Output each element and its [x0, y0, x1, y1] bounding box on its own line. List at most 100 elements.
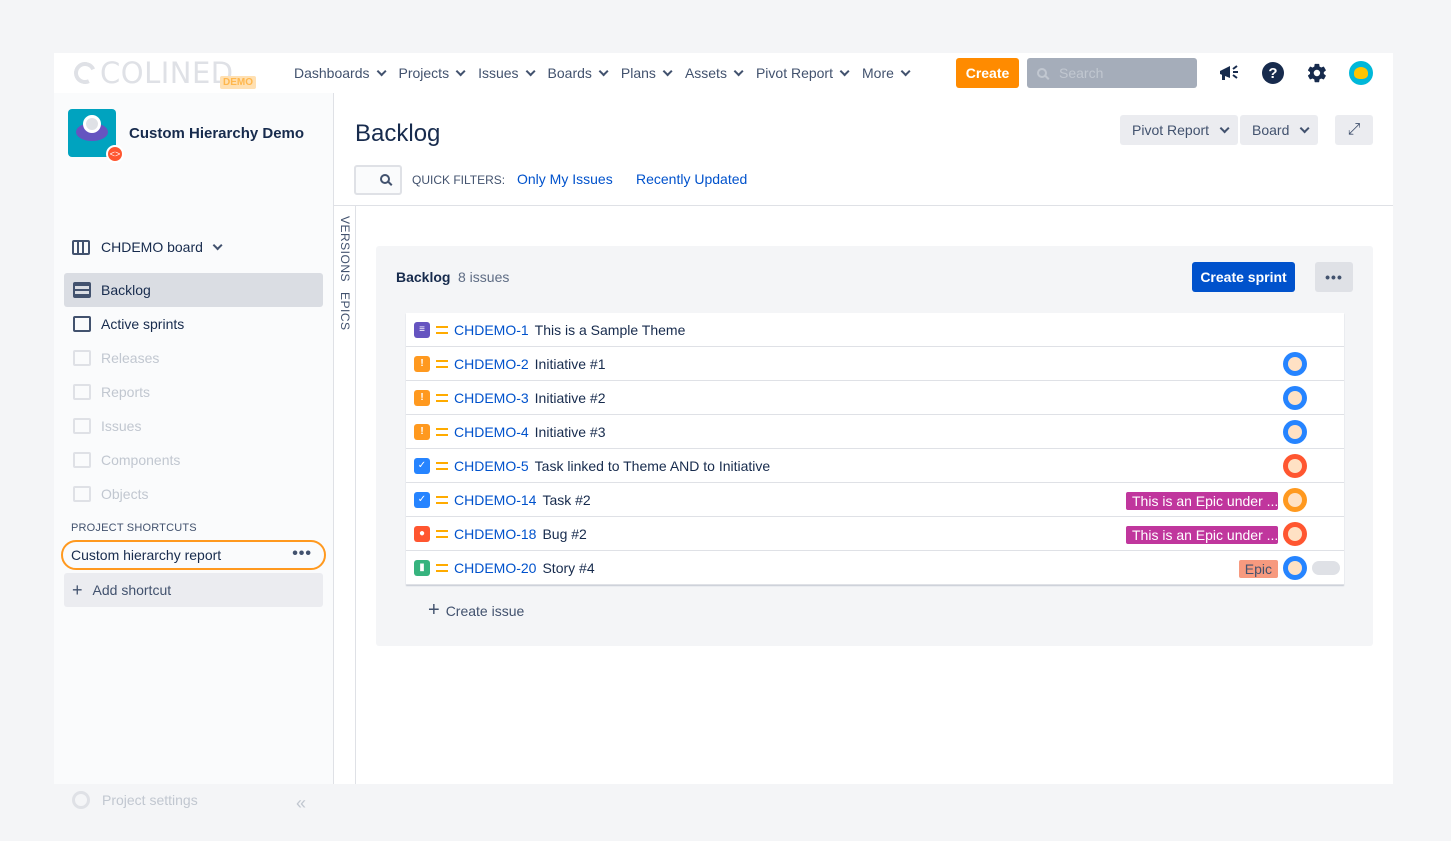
shortcut-custom-hierarchy-report[interactable]: Custom hierarchy report ••• [61, 540, 326, 570]
issues-icon [73, 418, 91, 434]
sidebar-item-components: Components [64, 443, 323, 477]
chevron-down-icon [455, 65, 466, 76]
collapse-sidebar-icon[interactable]: « [296, 793, 306, 814]
issue-key[interactable]: CHDEMO-1 [454, 322, 529, 338]
tab-epics[interactable]: EPICS [338, 292, 352, 331]
chart-icon [73, 384, 91, 400]
assignee-avatar[interactable] [1283, 556, 1307, 580]
issue-key[interactable]: CHDEMO-4 [454, 424, 529, 440]
chevron-down-icon [376, 65, 387, 76]
issue-summary: Bug #2 [542, 525, 587, 542]
sidebar-item-label: Active sprints [101, 316, 185, 332]
plus-icon: + [72, 579, 83, 600]
shortcut-label: Custom hierarchy report [71, 547, 222, 563]
logo-icon [70, 58, 100, 88]
chevron-down-icon [598, 65, 609, 76]
issue-key[interactable]: CHDEMO-20 [454, 560, 536, 576]
story-type-icon: ▮ [414, 559, 430, 576]
issue-row[interactable]: ● CHDEMO-18 Bug #2 This is an Epic under ..… [406, 517, 1344, 551]
more-icon[interactable]: ••• [292, 545, 312, 563]
initiative-type-icon: ! [414, 389, 430, 406]
create-sprint-button[interactable]: Create sprint [1192, 262, 1295, 292]
project-header[interactable]: <> Custom Hierarchy Demo [68, 109, 305, 163]
assignee-avatar[interactable] [1283, 454, 1307, 478]
tab-versions[interactable]: VERSIONS [338, 216, 352, 282]
project-avatar: <> [68, 109, 124, 163]
issue-list: ≡ CHDEMO-1 This is a Sample Theme! CHDEMO-2… [406, 313, 1344, 585]
search-input[interactable]: Search [1027, 58, 1197, 88]
chevron-down-icon [1300, 122, 1310, 133]
nav-plans[interactable]: Plans [621, 65, 673, 81]
main-content: Backlog Pivot Report Board ⤢ QUICK FILTE… [334, 93, 1393, 784]
create-issue-button[interactable]: + Create issue [428, 599, 524, 622]
expand-icon[interactable]: ⤢ [1335, 115, 1373, 145]
more-icon[interactable]: ••• [1315, 262, 1353, 292]
project-settings-label: Project settings [102, 792, 198, 808]
create-issue-label: Create issue [445, 602, 525, 619]
issue-summary: Story #4 [542, 559, 595, 576]
issue-row[interactable]: ≡ CHDEMO-1 This is a Sample Theme [406, 313, 1344, 347]
logo[interactable]: COLINED DEMO [70, 56, 256, 90]
filter-only-my-issues[interactable]: Only My Issues [517, 171, 613, 187]
issue-row[interactable]: ! CHDEMO-4 Initiative #3 [406, 415, 1344, 449]
assignee-avatar[interactable] [1283, 522, 1307, 546]
nav-label: Issues [478, 65, 519, 81]
issue-key[interactable]: CHDEMO-3 [454, 390, 529, 406]
nav-projects[interactable]: Projects [399, 65, 466, 81]
board-button[interactable]: Board [1240, 115, 1319, 145]
assignee-avatar[interactable] [1283, 420, 1307, 444]
board-selector[interactable]: CHDEMO board [72, 239, 223, 255]
initiative-type-icon: ! [414, 423, 430, 440]
nav-issues[interactable]: Issues [478, 65, 536, 81]
issue-key[interactable]: CHDEMO-18 [454, 526, 536, 542]
pivot-report-button[interactable]: Pivot Report [1120, 115, 1239, 145]
nav-boards[interactable]: Boards [548, 65, 609, 81]
project-settings-link[interactable]: Project settings [72, 791, 198, 809]
search-icon [380, 174, 390, 184]
assignee-avatar[interactable] [1283, 386, 1307, 410]
assignee-avatar[interactable] [1283, 488, 1307, 512]
issue-row[interactable]: ! CHDEMO-2 Initiative #1 [406, 347, 1344, 381]
add-shortcut-button[interactable]: + Add shortcut [64, 573, 323, 607]
nav-label: Dashboards [294, 65, 370, 81]
issue-key[interactable]: CHDEMO-2 [454, 356, 529, 372]
create-button[interactable]: Create [956, 58, 1019, 88]
nav-assets[interactable]: Assets [685, 65, 744, 81]
user-avatar[interactable] [1349, 61, 1373, 85]
issue-summary: Initiative #2 [534, 389, 606, 406]
gear-icon [72, 791, 90, 809]
search-placeholder: Search [1059, 65, 1104, 81]
priority-medium-icon [436, 359, 448, 368]
help-icon[interactable]: ? [1261, 61, 1285, 85]
filter-recently-updated[interactable]: Recently Updated [636, 171, 747, 187]
sidebar-item-reports: Reports [64, 375, 323, 409]
issue-key[interactable]: CHDEMO-5 [454, 458, 529, 474]
notifications-icon[interactable] [1217, 61, 1241, 85]
issue-row[interactable]: ! CHDEMO-3 Initiative #2 [406, 381, 1344, 415]
task-type-icon: ✓ [414, 457, 430, 474]
assignee-avatar[interactable] [1283, 352, 1307, 376]
nav-more[interactable]: More [862, 65, 911, 81]
settings-gear-icon[interactable] [1305, 61, 1329, 85]
epic-lozenge[interactable]: This is an Epic under ... [1126, 526, 1278, 544]
filter-search-input[interactable] [354, 165, 402, 195]
sidebar-item-objects: Objects [64, 477, 323, 511]
issue-row[interactable]: ▮ CHDEMO-20 Story #4 Epic [406, 551, 1344, 585]
epic-lozenge[interactable]: This is an Epic under ... [1126, 492, 1278, 510]
project-name: Custom Hierarchy Demo [129, 124, 305, 142]
side-panel-tabs: VERSIONS EPICS [334, 206, 356, 784]
issue-key[interactable]: CHDEMO-14 [454, 492, 536, 508]
sidebar-item-label: Reports [101, 384, 151, 400]
issue-row[interactable]: ✓ CHDEMO-14 Task #2 This is an Epic under .… [406, 483, 1344, 517]
quick-filters-label: QUICK FILTERS: [412, 173, 506, 187]
nav-dashboards[interactable]: Dashboards [294, 65, 387, 81]
issue-row[interactable]: ✓ CHDEMO-5 Task linked to Theme AND to Ini… [406, 449, 1344, 483]
search-icon [1037, 68, 1047, 78]
priority-medium-icon [436, 325, 448, 334]
estimate-toggle[interactable] [1312, 561, 1340, 575]
nav-pivot-report[interactable]: Pivot Report [756, 65, 850, 81]
issue-summary: Initiative #3 [534, 423, 606, 440]
sidebar-item-backlog[interactable]: Backlog [64, 273, 323, 307]
sidebar-item-active-sprints[interactable]: Active sprints [64, 307, 323, 341]
epic-lozenge[interactable]: Epic [1238, 560, 1278, 578]
